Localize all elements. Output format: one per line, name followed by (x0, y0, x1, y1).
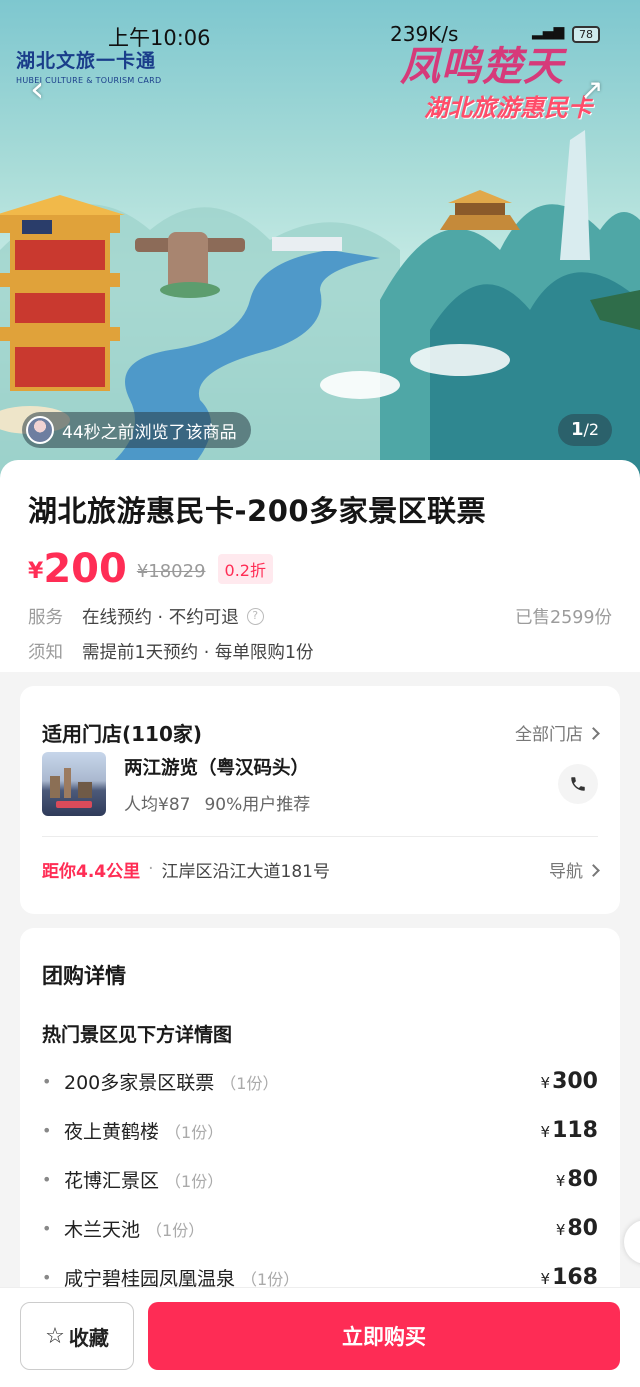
chevron-right-icon (587, 863, 600, 877)
star-icon: ☆ (45, 1323, 65, 1349)
bottom-action-bar: ☆ 收藏 立即购买 (0, 1287, 640, 1387)
recent-viewer-pill: 44秒之前浏览了该商品 (22, 412, 251, 448)
item-name: 200多家景区联票 (64, 1072, 215, 1094)
list-item: • 夜上黄鹤楼 （1份） ¥118 (42, 1106, 598, 1155)
item-currency: ¥ (540, 1074, 551, 1092)
store-meta: 人均¥87 90%用户推荐 (124, 790, 310, 815)
bullet-icon: • (42, 1268, 52, 1287)
item-price-value: 300 (552, 1069, 598, 1094)
original-price: ¥18029 (136, 561, 206, 582)
stores-heading: 适用门店(110家) (42, 721, 203, 746)
bullet-icon: • (42, 1121, 52, 1140)
notice-value: 需提前1天预约 · 每单限购1份 (82, 643, 314, 663)
service-value: 在线预约 · 不约可退 (82, 608, 239, 628)
notice-label: 须知 (28, 643, 63, 663)
item-qty: （1份） (165, 1122, 224, 1142)
item-currency: ¥ (555, 1172, 566, 1190)
item-qty: （1份） (241, 1269, 300, 1289)
avatar (26, 416, 54, 444)
chevron-right-icon (587, 726, 600, 740)
group-buy-detail: 团购详情 热门景区见下方详情图 • 200多家景区联票 （1份） ¥300 • … (20, 928, 620, 1308)
back-button[interactable]: ‹ (30, 70, 60, 110)
bullet-icon: • (42, 1219, 52, 1238)
store-name: 两江游览（粤汉码头） (124, 757, 310, 779)
sold-count: 已售2599份 (514, 608, 612, 628)
all-stores-label: 全部门店 (515, 724, 583, 745)
item-qty: （1份） (220, 1073, 279, 1093)
service-row[interactable]: 服务 在线预约 · 不约可退 ? 已售2599份 (28, 604, 612, 629)
item-name: 夜上黄鹤楼 (64, 1121, 160, 1143)
item-price-value: 118 (552, 1118, 598, 1143)
chevron-left-icon: ‹ (30, 69, 45, 110)
list-item: • 200多家景区联票 （1份） ¥300 (42, 1057, 598, 1106)
detail-item-list: • 200多家景区联票 （1份） ¥300 • 夜上黄鹤楼 （1份） ¥118 … (42, 1057, 598, 1302)
discount-badge: 0.2折 (217, 554, 273, 584)
phone-icon (571, 777, 585, 791)
sale-price: 200 (43, 546, 127, 592)
item-qty: （1份） (146, 1220, 205, 1240)
bullet-icon: • (42, 1170, 52, 1189)
detail-subheading: 热门景区见下方详情图 (42, 1024, 233, 1046)
item-currency: ¥ (540, 1270, 551, 1288)
share-button[interactable]: ↗ (580, 72, 616, 108)
favorite-button[interactable]: ☆ 收藏 (20, 1302, 134, 1370)
navigate-label: 导航 (549, 861, 583, 882)
recent-viewer-text: 44秒之前浏览了该商品 (62, 422, 237, 443)
all-stores-link[interactable]: 全部门店 (515, 720, 600, 745)
item-price: ¥80 (556, 1216, 598, 1241)
price-row: ¥ 200 ¥18029 0.2折 (28, 544, 612, 590)
separator-dot: · (148, 859, 154, 879)
item-price: ¥118 (541, 1118, 598, 1143)
item-currency: ¥ (540, 1123, 551, 1141)
pager-current: 1 (570, 419, 584, 440)
store-info: 两江游览（粤汉码头） 人均¥87 90%用户推荐 (124, 754, 310, 815)
item-price-value: 80 (567, 1167, 598, 1192)
list-item: • 木兰天池 （1份） ¥80 (42, 1204, 598, 1253)
buy-now-button[interactable]: 立即购买 (148, 1302, 620, 1370)
item-name: 花博汇景区 (64, 1170, 160, 1192)
item-price: ¥300 (541, 1069, 598, 1094)
buy-now-label: 立即购买 (342, 1325, 426, 1349)
store-avg-price: 人均¥87 (124, 794, 191, 815)
call-button[interactable] (558, 764, 598, 804)
item-qty: （1份） (165, 1171, 224, 1191)
product-card: 湖北旅游惠民卡-200多家景区联票 ¥ 200 ¥18029 0.2折 服务 在… (0, 460, 640, 672)
image-pager: 1/2 (558, 414, 612, 446)
pager-total: /2 (583, 420, 600, 439)
item-price-value: 80 (567, 1216, 598, 1241)
item-price: ¥80 (556, 1167, 598, 1192)
store-address: 江岸区沿江大道181号 (161, 861, 330, 882)
item-name: 木兰天池 (64, 1219, 141, 1241)
store-recommend: 90%用户推荐 (204, 794, 311, 815)
floating-side-button[interactable] (624, 1220, 640, 1264)
service-label: 服务 (28, 608, 63, 628)
share-icon: ↗ (580, 73, 604, 106)
bullet-icon: • (42, 1072, 52, 1091)
item-currency: ¥ (555, 1221, 566, 1239)
stores-card: 适用门店(110家) 全部门店 两江游览（粤汉码头） 人均¥87 90%用户推荐 … (20, 686, 620, 914)
hero-banner[interactable]: 上午10:06 239K/s ▂▄▆ 78 湖北文旅一卡通 HUBEI CULT… (0, 0, 640, 480)
price-currency: ¥ (28, 559, 44, 584)
store-distance: 距你4.4公里 (42, 861, 141, 882)
notice-row: 须知 需提前1天预约 · 每单限购1份 (28, 639, 612, 664)
store-thumbnail (42, 752, 106, 816)
help-icon[interactable]: ? (246, 608, 264, 625)
navigate-link[interactable]: 导航 (549, 857, 600, 882)
product-title: 湖北旅游惠民卡-200多家景区联票 (28, 494, 487, 528)
list-item: • 花博汇景区 （1份） ¥80 (42, 1155, 598, 1204)
detail-heading: 团购详情 (42, 964, 126, 988)
favorite-label: 收藏 (68, 1325, 109, 1350)
address-row[interactable]: 距你4.4公里 · 江岸区沿江大道181号 导航 (42, 837, 600, 901)
store-item[interactable]: 两江游览（粤汉码头） 人均¥87 90%用户推荐 (42, 752, 598, 816)
